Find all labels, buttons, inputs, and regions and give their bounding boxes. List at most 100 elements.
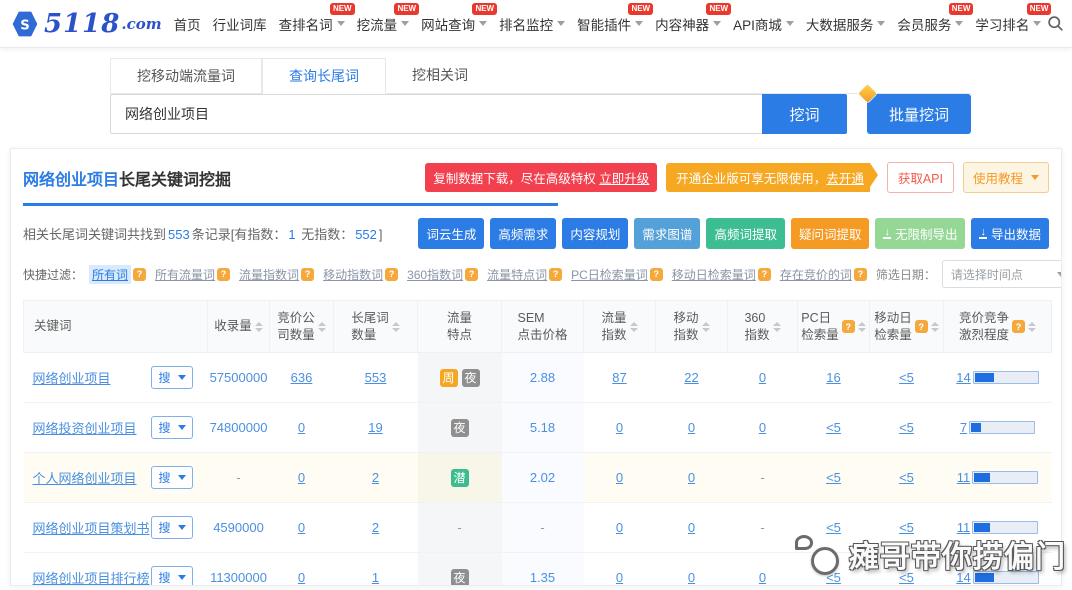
pc-search-link[interactable]: 16 — [826, 370, 840, 385]
index-360-link[interactable]: 0 — [759, 570, 766, 585]
bid-companies-link[interactable]: 0 — [298, 470, 305, 485]
upgrade-link[interactable]: 立即升级 — [599, 172, 649, 186]
index-360-link[interactable]: 0 — [759, 420, 766, 435]
flow-index-link[interactable]: 0 — [616, 420, 623, 435]
action-button-7[interactable]: ↓导出数据 — [971, 218, 1049, 249]
help-icon[interactable]: ? — [385, 268, 398, 281]
help-icon[interactable]: ? — [854, 268, 867, 281]
nav-item-5[interactable]: 排名监控 — [493, 0, 571, 47]
competition-link[interactable]: 11 — [957, 470, 971, 485]
nav-item-4[interactable]: 网站查询NEW — [415, 0, 493, 47]
help-icon[interactable]: ? — [217, 268, 230, 281]
mobile-search-link[interactable]: <5 — [899, 370, 914, 385]
flow-index-link[interactable]: 0 — [616, 520, 623, 535]
filter-link[interactable]: 存在竞价的词 — [780, 266, 852, 283]
action-button-1[interactable]: 高频需求 — [490, 218, 556, 249]
mobile-index-link[interactable]: 0 — [688, 520, 695, 535]
keyword-search-button[interactable]: 搜 — [151, 416, 192, 439]
nav-item-10[interactable]: 会员服务NEW — [891, 0, 969, 47]
mobile-index-link[interactable]: 0 — [688, 570, 695, 585]
help-icon[interactable]: ? — [650, 268, 663, 281]
action-button-3[interactable]: 需求图谱 — [634, 218, 700, 249]
help-icon[interactable]: ? — [465, 268, 478, 281]
flow-index-link[interactable]: 87 — [612, 370, 626, 385]
tab-1[interactable]: 查询长尾词 — [262, 58, 386, 94]
longtail-link[interactable]: 1 — [372, 570, 379, 585]
filter-link[interactable]: 360指数词 — [407, 266, 463, 283]
date-select[interactable]: 请选择时间点 — [942, 260, 1062, 288]
help-icon[interactable]: ? — [842, 320, 855, 333]
action-button-5[interactable]: 疑问词提取 — [791, 218, 870, 249]
filter-link[interactable]: 移动指数词 — [323, 266, 383, 283]
action-button-4[interactable]: 高频词提取 — [706, 218, 785, 249]
tab-0[interactable]: 挖移动端流量词 — [110, 58, 262, 93]
sort-icons[interactable] — [858, 322, 866, 332]
dig-words-button[interactable]: 挖词 — [762, 94, 847, 134]
filter-link[interactable]: PC日检索量词 — [571, 266, 648, 283]
pc-search-link[interactable]: <5 — [826, 420, 841, 435]
help-icon[interactable]: ? — [549, 268, 562, 281]
nav-item-0[interactable]: 首页 — [168, 0, 207, 47]
help-icon[interactable]: ? — [133, 268, 146, 281]
keyword-search-button[interactable]: 搜 — [151, 516, 192, 539]
sort-icons[interactable] — [255, 322, 263, 332]
keyword-search-input[interactable] — [110, 94, 762, 134]
enterprise-link[interactable]: 去开通 — [826, 172, 864, 186]
longtail-link[interactable]: 2 — [372, 470, 379, 485]
nav-item-7[interactable]: 内容神器NEW — [649, 0, 727, 47]
mobile-index-link[interactable]: 22 — [684, 370, 698, 385]
bid-companies-link[interactable]: 0 — [298, 520, 305, 535]
action-button-0[interactable]: 词云生成 — [418, 218, 484, 249]
nav-item-11[interactable]: 学习排名NEW — [969, 0, 1047, 47]
sort-icons[interactable] — [630, 322, 638, 332]
sort-icons[interactable] — [392, 322, 400, 332]
competition-link[interactable]: 14 — [956, 370, 970, 385]
filter-link[interactable]: 所有词 — [89, 265, 131, 284]
competition-link[interactable]: 7 — [960, 420, 967, 435]
nav-item-8[interactable]: API商城 — [727, 0, 800, 47]
help-icon[interactable]: ? — [301, 268, 314, 281]
enterprise-banner[interactable]: 开通企业版可享无限使用，去开通 — [666, 163, 870, 192]
search-icon[interactable] — [1047, 15, 1064, 32]
keyword-link[interactable]: 网络创业项目 — [33, 368, 111, 387]
flow-index-link[interactable]: 0 — [616, 470, 623, 485]
keyword-link[interactable]: 网络创业项目排行榜 — [33, 568, 150, 586]
upgrade-banner[interactable]: 复制数据下载，尽在高级特权 立即升级 — [425, 163, 657, 192]
flow-index-link[interactable]: 0 — [616, 570, 623, 585]
batch-dig-button[interactable]: 批量挖词 — [867, 94, 971, 134]
mobile-index-link[interactable]: 0 — [688, 420, 695, 435]
pc-search-link[interactable]: <5 — [826, 470, 841, 485]
filter-link[interactable]: 流量特点词 — [487, 266, 547, 283]
longtail-link[interactable]: 19 — [368, 420, 382, 435]
nav-item-1[interactable]: 行业词库 — [207, 0, 273, 47]
mobile-search-link[interactable]: <5 — [899, 470, 914, 485]
longtail-link[interactable]: 2 — [372, 520, 379, 535]
filter-link[interactable]: 移动日检索量词 — [672, 266, 756, 283]
sort-icons[interactable] — [318, 322, 326, 332]
tab-2[interactable]: 挖相关词 — [386, 58, 494, 93]
index-360-link[interactable]: 0 — [759, 370, 766, 385]
bid-companies-link[interactable]: 636 — [291, 370, 313, 385]
help-icon[interactable]: ? — [915, 320, 928, 333]
keyword-search-button[interactable]: 搜 — [151, 566, 192, 586]
filter-link[interactable]: 流量指数词 — [239, 266, 299, 283]
nav-item-2[interactable]: 查排名词NEW — [273, 0, 351, 47]
sort-icons[interactable] — [702, 322, 710, 332]
mobile-search-link[interactable]: <5 — [899, 420, 914, 435]
help-icon[interactable]: ? — [758, 268, 771, 281]
keyword-link[interactable]: 网络创业项目策划书 — [33, 518, 150, 537]
nav-item-3[interactable]: 挖流量NEW — [351, 0, 416, 47]
keyword-search-button[interactable]: 搜 — [151, 466, 192, 489]
sort-icons[interactable] — [773, 322, 781, 332]
help-icon[interactable]: ? — [1012, 320, 1025, 333]
nav-item-6[interactable]: 智能插件NEW — [571, 0, 649, 47]
bid-companies-link[interactable]: 0 — [298, 570, 305, 585]
longtail-link[interactable]: 553 — [365, 370, 387, 385]
nav-item-9[interactable]: 大数据服务 — [800, 0, 892, 47]
sort-icons[interactable] — [931, 322, 939, 332]
logo[interactable]: S 5118 .com — [10, 10, 162, 38]
filter-link[interactable]: 所有流量词 — [155, 266, 215, 283]
bid-companies-link[interactable]: 0 — [298, 420, 305, 435]
action-button-6[interactable]: ↓无限制导出 — [875, 218, 965, 249]
keyword-link[interactable]: 个人网络创业项目 — [33, 468, 137, 487]
